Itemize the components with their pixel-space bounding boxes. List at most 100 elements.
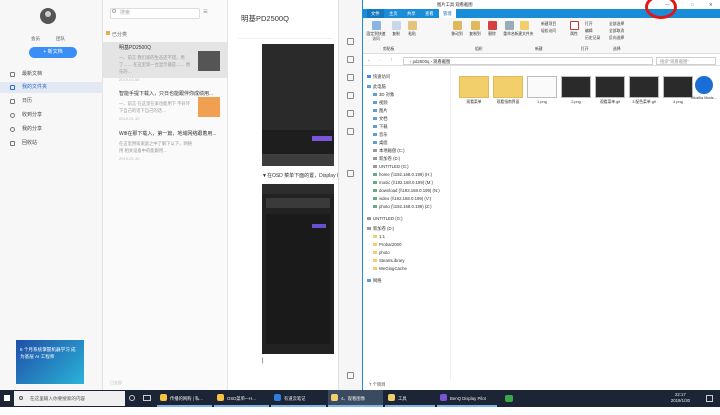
system-clock[interactable]: 22:17 2019/1/30	[671, 392, 690, 404]
insert-icon[interactable]	[347, 38, 354, 45]
history-button[interactable]: 历史记录	[585, 36, 607, 41]
select-none-button[interactable]: 全部取消	[609, 29, 633, 34]
file-item[interactable]: 2.png	[559, 76, 593, 104]
tree-item[interactable]: video (\\192.168.0.199) (V:)	[373, 196, 431, 201]
task-view-icon[interactable]	[143, 395, 151, 401]
tree-item[interactable]: 图片	[373, 108, 388, 114]
tree-item[interactable]: 新加卷 (D:)	[367, 226, 394, 232]
sidebar-item-calendar[interactable]: 日历	[0, 96, 103, 107]
taskbar-search-input[interactable]: 在这里输入你要搜索的内容	[14, 391, 125, 406]
scroll-top-icon[interactable]	[347, 170, 354, 177]
sidebar-item-received-shares[interactable]: 收到分享	[0, 110, 103, 121]
tree-item[interactable]: UNTITLED (G:)	[367, 216, 403, 221]
ad-banner[interactable]: 6 个月系统掌握机器学习 成为基层 AI 工程师	[16, 340, 84, 384]
sidebar-item-folders[interactable]: 我的文件夹	[0, 82, 103, 93]
explorer-search-input[interactable]: 搜索"观看截图"	[656, 57, 716, 65]
vip-label[interactable]: 会员	[31, 36, 40, 42]
copy-button[interactable]: 复制	[389, 21, 403, 37]
tree-item[interactable]: 下载	[373, 124, 388, 130]
sidebar-item-recent[interactable]: 最新文档	[0, 69, 103, 80]
pin-button[interactable]: 固定到快速访问	[365, 21, 387, 42]
tree-item[interactable]: 3D 对象	[373, 92, 394, 98]
note-card[interactable]: 智能手提下载入，只日也能跟伴你成绩用... 一、前言 在这里在家也能用下 不好坏…	[103, 88, 228, 124]
new-item-button[interactable]: 新建项目	[541, 22, 565, 27]
tree-item[interactable]: 文档	[373, 116, 388, 122]
file-item[interactable]: Mozilla Mods...	[687, 76, 720, 100]
file-item[interactable]: 观看菜单	[457, 76, 491, 105]
properties-button[interactable]: 属性	[567, 21, 581, 37]
tree-item[interactable]: home (\\192.168.0.199) (H:)	[373, 172, 432, 177]
tree-item[interactable]: download (\\192.168.0.199) (N:)	[373, 188, 440, 193]
taskbar-app[interactable]: 传播的网购 | 私...	[157, 390, 212, 407]
tree-item[interactable]: photo (\\192.168.0.199) (Z:)	[373, 204, 432, 209]
taskbar-app[interactable]: 4、观看图像	[328, 390, 383, 407]
taskbar-app[interactable]: OSD菜单—H...	[214, 390, 269, 407]
address-input[interactable]: › pd2500q › 观看截图	[403, 57, 653, 65]
paste-button[interactable]: 粘贴	[405, 21, 419, 37]
share-icon[interactable]	[347, 92, 354, 99]
tree-item[interactable]: photo	[373, 250, 390, 255]
tree-item[interactable]: Probar2000	[373, 242, 401, 247]
tree-item[interactable]: 本地磁盘 (C:)	[373, 148, 405, 154]
avatar[interactable]	[40, 8, 56, 24]
tree-item[interactable]: 快速访问	[367, 74, 390, 80]
list-icon[interactable]	[347, 74, 354, 81]
edit-button[interactable]: 编辑	[585, 29, 605, 34]
taskbar-app[interactable]: 有道云笔记	[271, 390, 326, 407]
tab-manage[interactable]: 管理	[439, 9, 456, 18]
notification-icon[interactable]	[706, 395, 713, 402]
tab-view[interactable]: 查看	[421, 9, 438, 18]
tab-file[interactable]: 文件	[367, 9, 384, 18]
open-button[interactable]: 打开	[585, 22, 605, 27]
sidebar-item-trash[interactable]: 回收站	[0, 138, 103, 149]
tree-item[interactable]: 网络	[367, 278, 382, 284]
select-all-button[interactable]: 全部选择	[609, 22, 633, 27]
more-icon[interactable]: ≡	[203, 7, 208, 16]
file-item[interactable]: 观看指南界面	[491, 76, 525, 105]
maximize-button[interactable]: □	[691, 0, 694, 9]
file-item[interactable]: 3.配色菜单.gif	[627, 76, 661, 105]
invert-selection-button[interactable]: 反向选择	[609, 36, 633, 41]
more-icon[interactable]	[347, 372, 354, 379]
tab-share[interactable]: 共享	[403, 9, 420, 18]
new-folder-button[interactable]: 新建文件夹	[513, 21, 535, 37]
editor-toolbar[interactable]	[238, 34, 333, 39]
back-arrow-icon[interactable]: ←	[367, 57, 372, 63]
info-icon[interactable]	[347, 128, 354, 135]
delete-button[interactable]: 删除	[485, 21, 499, 37]
tree-item[interactable]: music (\\192.168.0.199) (M:)	[373, 180, 433, 185]
note-card[interactable]: 明基PD2500Q 一、前言 我们家的生态还不错，用了…… 在这里第一台显示器是…	[103, 42, 228, 82]
move-to-button[interactable]: 移动到	[449, 21, 465, 37]
sidebar-item-my-shares[interactable]: 我的分享	[0, 124, 103, 135]
tree-item[interactable]: 此电脑	[367, 84, 386, 90]
note-editor[interactable]: 明基PD2500Q ▼在OSD 菜单下面的置，Display Pilot |	[228, 0, 347, 390]
taskbar-app[interactable]: BenQ Display Pilot	[437, 390, 497, 407]
file-item[interactable]: 1.png	[525, 76, 559, 104]
copy-to-button[interactable]: 复制到	[467, 21, 483, 37]
wechat-icon[interactable]	[505, 395, 513, 402]
tree-item[interactable]: 视频	[373, 100, 388, 106]
note-card[interactable]: Wifi在那下载入，第一篇，地域网络跟着用... 在这里用家家庭之中了解下以下，…	[103, 128, 228, 164]
easy-access-button[interactable]: 轻松访问	[541, 29, 565, 34]
history-icon[interactable]	[347, 110, 354, 117]
start-button[interactable]	[0, 390, 14, 407]
format-icon[interactable]	[347, 56, 354, 63]
taskbar-app[interactable]: 工具	[385, 390, 435, 407]
forward-arrow-icon[interactable]: →	[377, 57, 382, 63]
tree-item[interactable]: UNTITLED (G:)	[373, 164, 409, 169]
tree-item[interactable]: SteamLibrary	[373, 258, 405, 263]
tree-item[interactable]: 音乐	[373, 132, 388, 138]
tree-item[interactable]: 桌面	[373, 140, 388, 146]
close-button[interactable]: ✕	[709, 0, 713, 9]
tab-home[interactable]: 主页	[385, 9, 402, 18]
tree-item[interactable]: 1:1	[373, 234, 385, 239]
cortana-icon[interactable]	[129, 395, 135, 401]
team-label[interactable]: 团队	[56, 36, 65, 42]
note-title[interactable]: 明基PD2500Q	[241, 13, 289, 24]
new-document-button[interactable]: + 新文档	[29, 47, 77, 58]
tree-item[interactable]: WeGingCache	[373, 266, 407, 271]
tree-item[interactable]: 新加卷 (D:)	[373, 156, 400, 162]
file-item[interactable]: 观看菜单.gif	[593, 76, 627, 105]
up-arrow-icon[interactable]: ↑	[390, 57, 393, 63]
note-search-input[interactable]: 搜索	[110, 8, 200, 19]
